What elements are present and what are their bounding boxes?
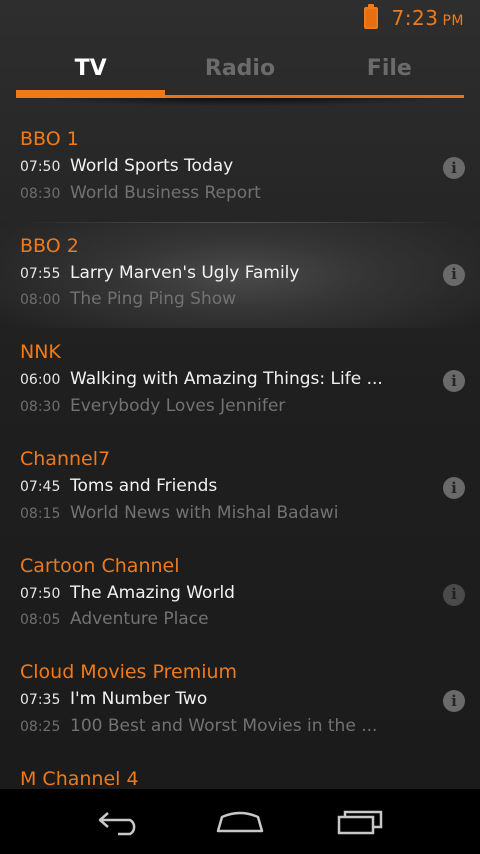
home-icon[interactable] bbox=[210, 802, 270, 842]
now-program: 07:45 Toms and Friends bbox=[20, 473, 480, 500]
active-tab-indicator bbox=[16, 90, 165, 98]
now-title: Larry Marven's Ugly Family bbox=[70, 262, 300, 283]
channel-list: BBO 1 07:50 World Sports Today 08:30 Wor… bbox=[0, 115, 480, 854]
next-title: World News with Mishal Badawi bbox=[70, 502, 339, 523]
channel-name: BBO 1 bbox=[20, 128, 79, 150]
status-bar: 7:23 PM bbox=[0, 0, 480, 36]
tab-shadow bbox=[30, 98, 450, 106]
status-clock: 7:23 PM bbox=[391, 6, 464, 30]
now-title: Toms and Friends bbox=[70, 476, 218, 497]
next-program: 08:25 100 Best and Worst Movies in the .… bbox=[20, 713, 480, 740]
now-title: The Amazing World bbox=[70, 582, 235, 603]
channel-name: Cloud Movies Premium bbox=[20, 661, 238, 684]
now-title: Walking with Amazing Things: Life ... bbox=[70, 369, 383, 390]
now-time: 07:45 bbox=[20, 479, 61, 496]
next-title: 100 Best and Worst Movies in the ... bbox=[70, 715, 378, 736]
channel-row[interactable]: Cartoon Channel 07:50 The Amazing World … bbox=[0, 542, 480, 649]
channel-row[interactable]: BBO 2 07:55 Larry Marven's Ugly Family 0… bbox=[0, 221, 480, 329]
battery-icon bbox=[363, 4, 378, 29]
channel-name: Cartoon Channel bbox=[20, 554, 180, 577]
next-title: World Business Report bbox=[70, 182, 261, 203]
now-program: 07:55 Larry Marven's Ugly Family bbox=[20, 260, 480, 287]
back-icon[interactable] bbox=[90, 802, 150, 842]
info-icon[interactable]: i bbox=[443, 157, 465, 179]
now-program: 06:00 Walking with Amazing Things: Life … bbox=[20, 366, 480, 393]
channel-name: NNK bbox=[20, 341, 61, 364]
now-time: 07:50 bbox=[20, 585, 61, 602]
tab-file[interactable]: File bbox=[315, 48, 464, 98]
next-time: 08:15 bbox=[20, 505, 61, 522]
now-time: 06:00 bbox=[20, 372, 61, 389]
now-time: 07:55 bbox=[20, 265, 61, 282]
navigation-bar bbox=[0, 789, 480, 854]
now-time: 07:50 bbox=[20, 159, 61, 175]
channel-row[interactable]: Cloud Movies Premium 07:35 I'm Number Tw… bbox=[0, 648, 480, 755]
recent-apps-icon[interactable] bbox=[330, 802, 390, 842]
channel-row[interactable]: NNK 06:00 Walking with Amazing Things: L… bbox=[0, 328, 480, 435]
now-program: 07:50 The Amazing World bbox=[20, 580, 480, 607]
channel-name: BBO 2 bbox=[20, 234, 79, 257]
info-icon[interactable]: i bbox=[443, 263, 465, 286]
next-title: Adventure Place bbox=[70, 609, 209, 630]
channel-row[interactable]: BBO 1 07:50 World Sports Today 08:30 Wor… bbox=[0, 115, 480, 222]
next-time: 08:05 bbox=[20, 612, 61, 629]
next-program: 08:05 Adventure Place bbox=[20, 606, 480, 633]
next-program: 08:15 World News with Mishal Badawi bbox=[20, 500, 480, 527]
next-time: 08:00 bbox=[20, 292, 61, 309]
tab-radio[interactable]: Radio bbox=[165, 48, 314, 98]
channel-name: Channel7 bbox=[20, 448, 111, 471]
info-icon[interactable]: i bbox=[443, 583, 465, 606]
next-time: 08:30 bbox=[20, 398, 61, 415]
channel-row[interactable]: Channel7 07:45 Toms and Friends 08:15 Wo… bbox=[0, 435, 480, 542]
next-program: 08:30 World Business Report bbox=[20, 180, 480, 207]
now-program: 07:35 I'm Number Two bbox=[20, 686, 480, 713]
next-title: The Ping Ping Show bbox=[70, 289, 237, 310]
now-program: 07:50 World Sports Today bbox=[20, 153, 480, 180]
info-icon[interactable]: i bbox=[443, 477, 465, 500]
now-time: 07:35 bbox=[20, 692, 61, 709]
now-title: World Sports Today bbox=[70, 156, 234, 176]
next-time: 08:25 bbox=[20, 718, 61, 735]
next-program: 08:30 Everybody Loves Jennifer bbox=[20, 393, 480, 420]
now-title: I'm Number Two bbox=[70, 689, 208, 710]
next-program: 08:00 The Ping Ping Show bbox=[20, 286, 480, 313]
next-title: Everybody Loves Jennifer bbox=[70, 395, 286, 416]
next-time: 08:30 bbox=[20, 185, 61, 202]
